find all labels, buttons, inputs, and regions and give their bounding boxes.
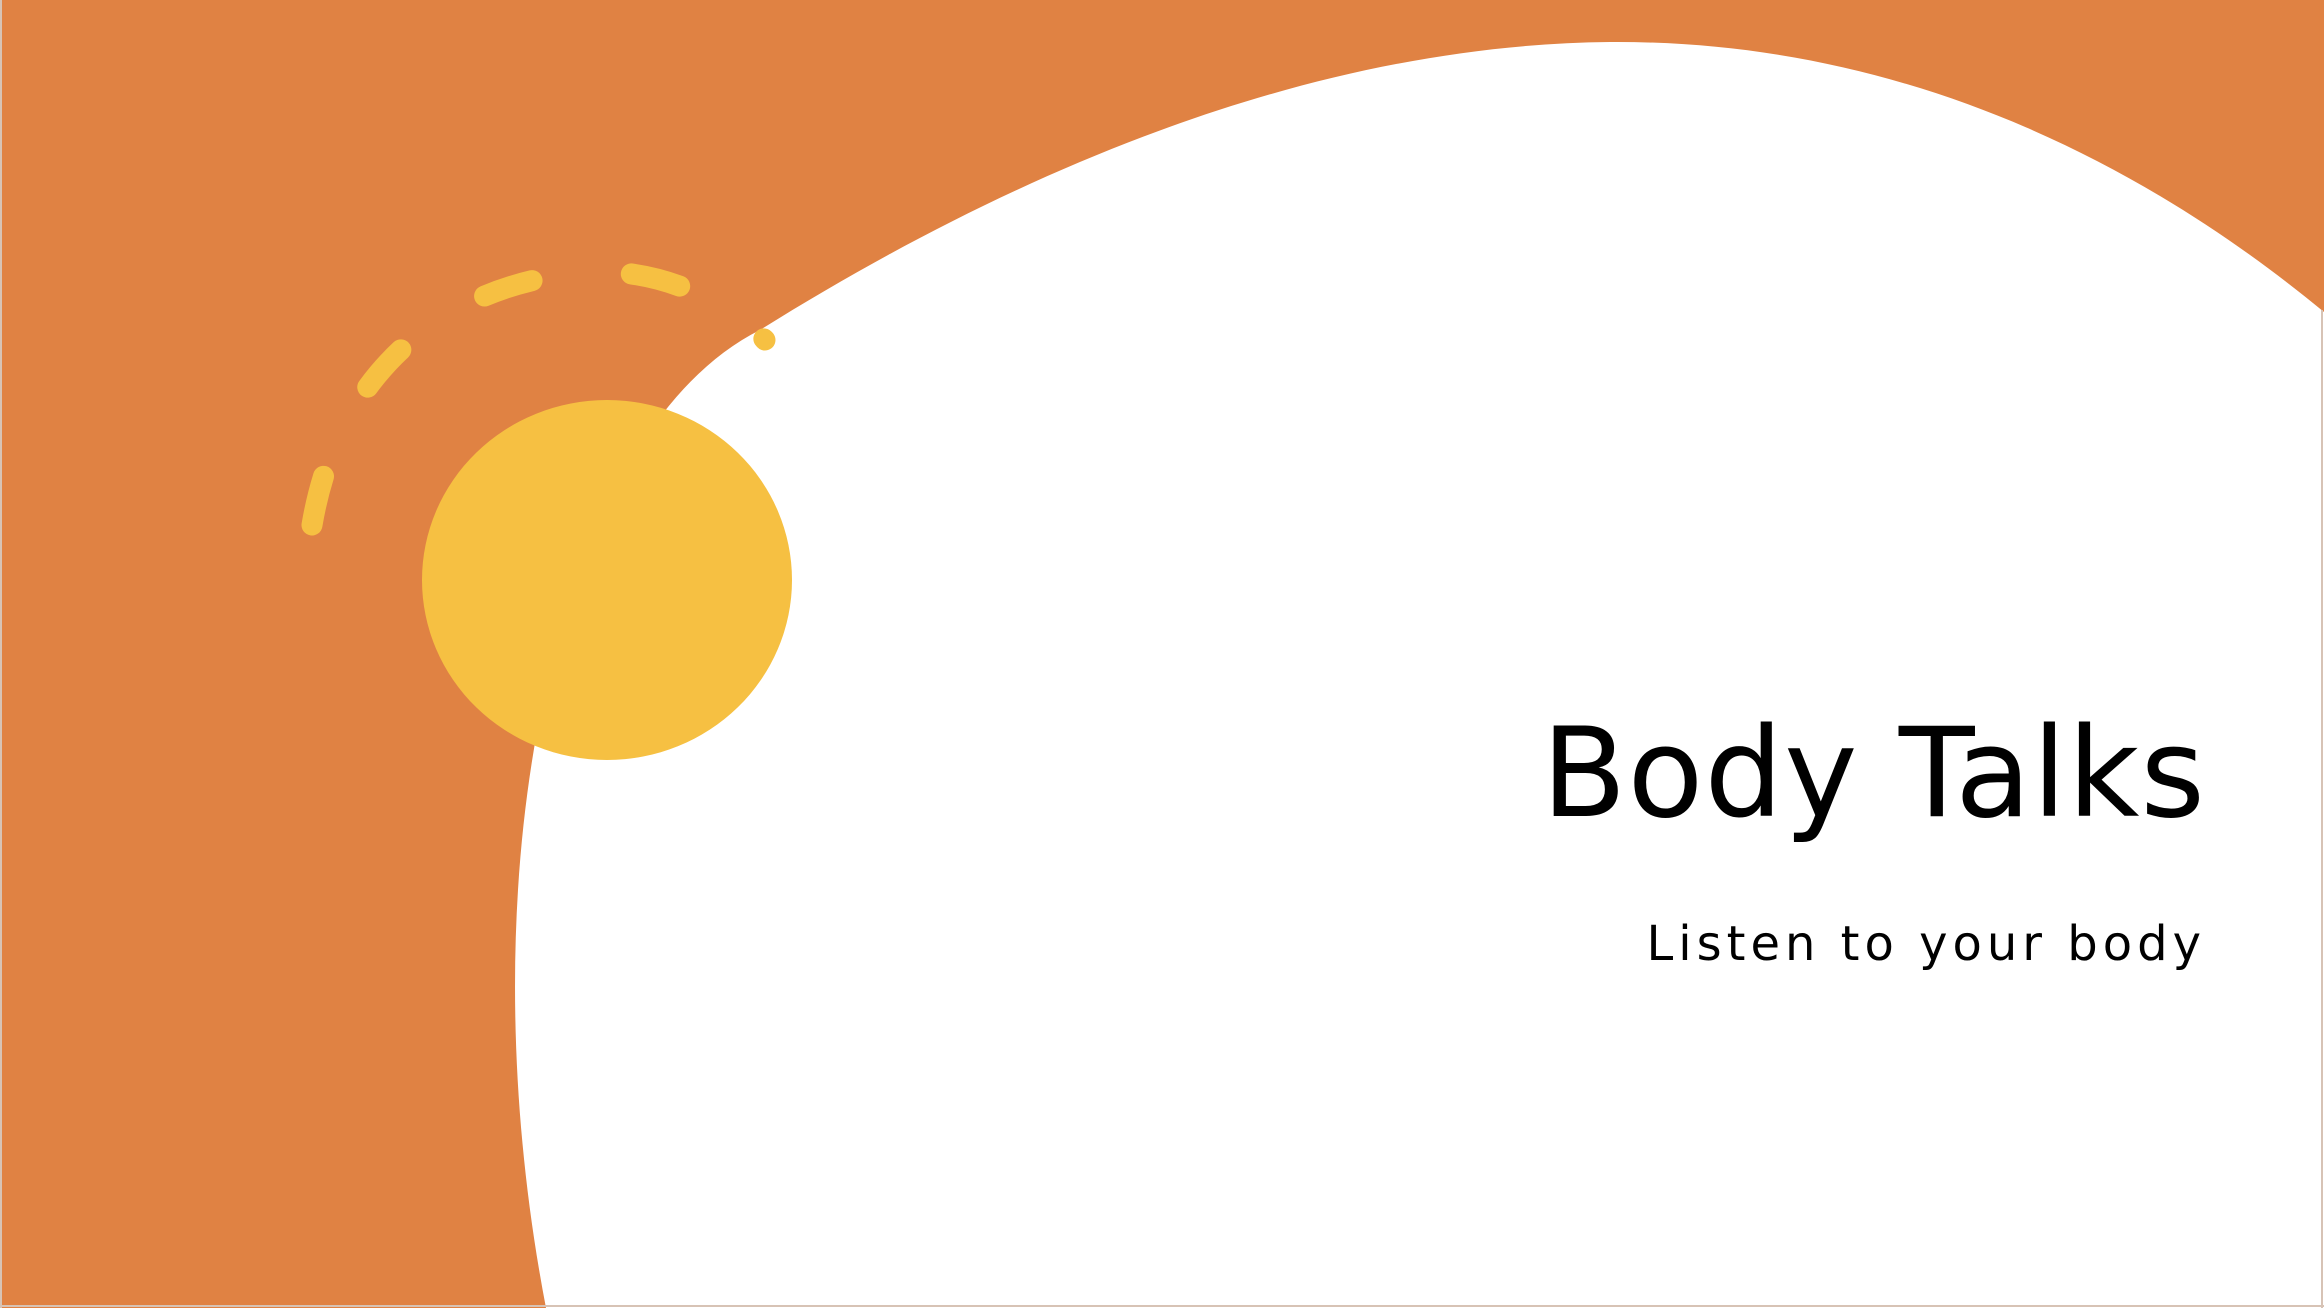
slide-title: Body Talks [1541, 702, 2206, 846]
slide: Body Talks Listen to your body [0, 0, 2324, 1308]
slide-subtitle: Listen to your body [1646, 916, 2206, 972]
sun-circle-icon [422, 400, 792, 760]
slide-background-graphic [0, 0, 2324, 1308]
